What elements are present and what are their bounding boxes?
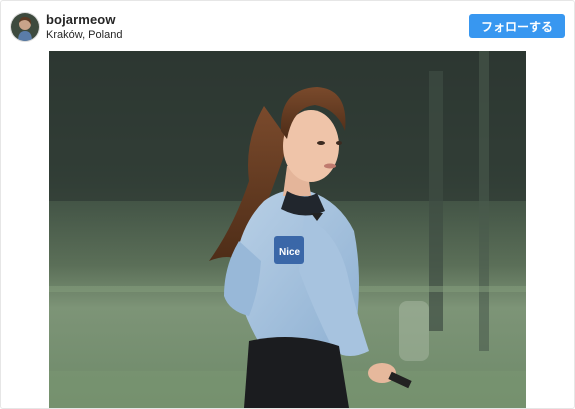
post-header: bojarmeow Kraków, Poland フォローする (1, 1, 574, 51)
photo-image: Nice (49, 51, 526, 408)
username[interactable]: bojarmeow (46, 12, 116, 27)
avatar-icon (11, 13, 39, 41)
post-photo[interactable]: Nice (49, 51, 526, 408)
location-link[interactable]: Kraków, Poland (46, 29, 122, 41)
instagram-embed-card: bojarmeow Kraków, Poland フォローする Nice (0, 0, 575, 409)
profile-avatar[interactable] (10, 12, 40, 42)
sleeve-patch-text: Nice (279, 247, 301, 258)
follow-button[interactable]: フォローする (469, 14, 565, 38)
